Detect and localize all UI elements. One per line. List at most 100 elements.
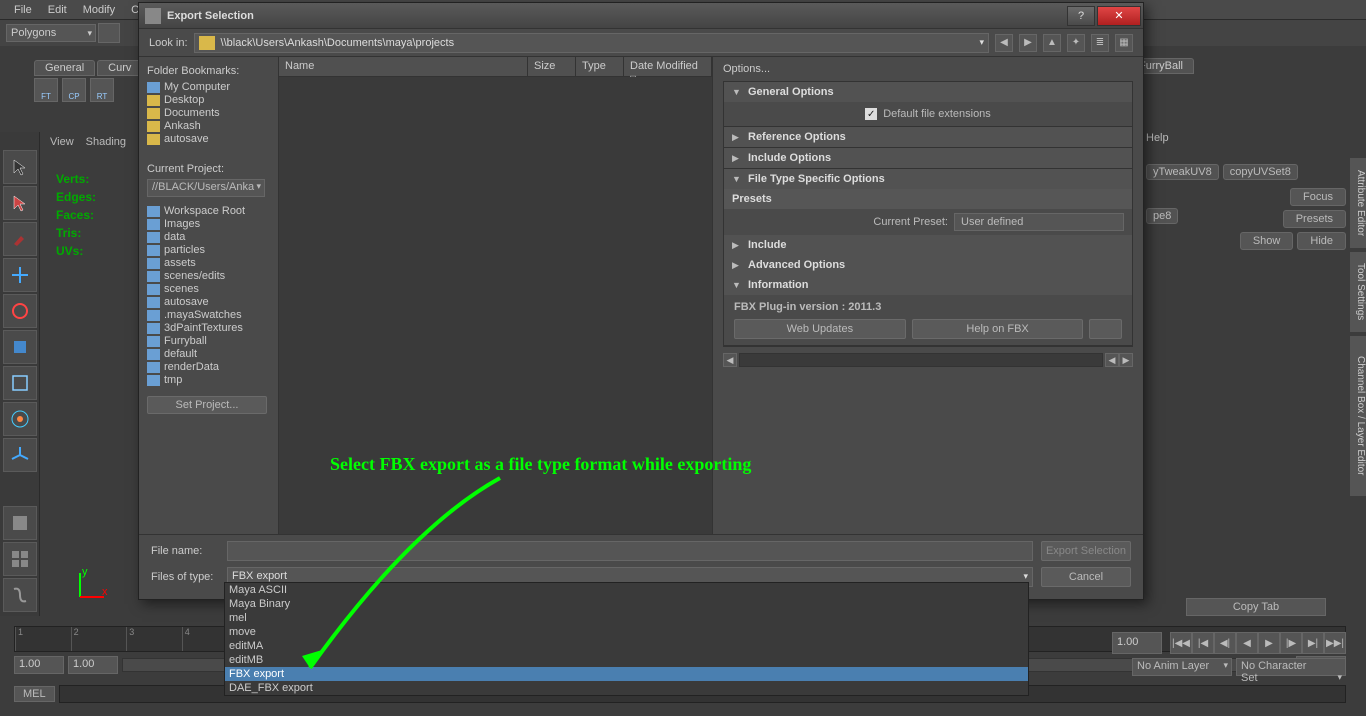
move-tool[interactable] [3, 258, 37, 292]
advanced-section-header[interactable]: ▶Advanced Options [724, 255, 1132, 275]
project-item[interactable]: renderData [147, 361, 270, 373]
bookmark-item[interactable]: Documents [147, 107, 270, 119]
play-back-button[interactable]: ◀ [1236, 632, 1258, 654]
current-frame-field[interactable]: 1.00 [1112, 632, 1162, 654]
mel-label[interactable]: MEL [14, 686, 55, 702]
col-type[interactable]: Type [576, 57, 624, 76]
export-selection-button[interactable]: Export Selection [1041, 541, 1131, 561]
options-hscrollbar[interactable]: ◀ ◀ ▶ [723, 353, 1133, 367]
scroll-right-icon[interactable]: ▶ [1119, 353, 1133, 367]
default-ext-checkbox-row[interactable]: ✓ Default file extensions [734, 108, 1122, 120]
select-tool[interactable] [3, 150, 37, 184]
file-type-option[interactable]: move [225, 625, 1028, 639]
mode-dropdown[interactable]: Polygons [6, 24, 96, 42]
nav-thumb-view-button[interactable]: ▦ [1115, 34, 1133, 52]
col-size[interactable]: Size [528, 57, 576, 76]
soft-tool[interactable] [3, 402, 37, 436]
status-icon[interactable] [98, 23, 120, 43]
play-fwd-button[interactable]: ▶ [1258, 632, 1280, 654]
current-project-dropdown[interactable]: //BLACK/Users/Anka [147, 179, 265, 197]
bookmark-item[interactable]: Ankash [147, 120, 270, 132]
vp-view[interactable]: View [44, 135, 80, 149]
shelf-ico-cp[interactable]: CP [62, 78, 86, 102]
file-type-option[interactable]: DAE_FBX export [225, 681, 1028, 695]
character-set-dropdown[interactable]: No Character Set [1236, 658, 1346, 676]
range-start-field[interactable]: 1.00 [14, 656, 64, 674]
project-item[interactable]: data [147, 231, 270, 243]
project-item[interactable]: Furryball [147, 335, 270, 347]
set-project-button[interactable]: Set Project... [147, 396, 267, 414]
lasso-tool[interactable] [3, 186, 37, 220]
paint-tool[interactable] [3, 222, 37, 256]
file-type-option[interactable]: Maya Binary [225, 597, 1028, 611]
step-fwd-key-button[interactable]: ▶| [1302, 632, 1324, 654]
project-item[interactable]: autosave [147, 296, 270, 308]
right-tab-tool-settings[interactable]: Tool Settings [1350, 252, 1366, 332]
nav-fwd-button[interactable]: ▶ [1019, 34, 1037, 52]
include-section-header[interactable]: ▶Include [724, 235, 1132, 255]
web-updates-button[interactable]: Web Updates [734, 319, 906, 339]
include-options-header[interactable]: ▶Include Options [724, 148, 1132, 168]
reference-options-header[interactable]: ▶Reference Options [724, 127, 1132, 147]
menu-modify[interactable]: Modify [75, 2, 123, 18]
bookmark-item[interactable]: My Computer [147, 81, 270, 93]
project-item[interactable]: assets [147, 257, 270, 269]
go-end-button[interactable]: ▶▶| [1324, 632, 1346, 654]
file-type-option[interactable]: mel [225, 611, 1028, 625]
filetype-options-header[interactable]: ▼File Type Specific Options [724, 169, 1132, 189]
file-name-input[interactable] [227, 541, 1033, 561]
nav-up-button[interactable]: ▲ [1043, 34, 1061, 52]
information-section-header[interactable]: ▼Information [724, 275, 1132, 295]
shelf-ico-ft[interactable]: FT [34, 78, 58, 102]
single-view[interactable] [3, 506, 37, 540]
script-tool[interactable] [3, 578, 37, 612]
col-date[interactable]: Date Modified ▽ [624, 57, 712, 76]
attr-tab-2[interactable]: copyUVSet8 [1223, 164, 1298, 180]
nav-list-view-button[interactable]: ≣ [1091, 34, 1109, 52]
hide-button[interactable]: Hide [1297, 232, 1346, 250]
step-back-button[interactable]: ◀| [1214, 632, 1236, 654]
col-name[interactable]: Name [279, 57, 528, 76]
project-item[interactable]: scenes [147, 283, 270, 295]
project-item[interactable]: scenes/edits [147, 270, 270, 282]
scale-tool[interactable] [3, 330, 37, 364]
scroll-right-icon[interactable]: ◀ [1105, 353, 1119, 367]
attr-tab-1[interactable]: yTweakUV8 [1146, 164, 1219, 180]
axis-tool[interactable] [3, 438, 37, 472]
rotate-tool[interactable] [3, 294, 37, 328]
focus-button[interactable]: Focus [1290, 188, 1346, 206]
anim-layer-dropdown[interactable]: No Anim Layer [1132, 658, 1232, 676]
project-item[interactable]: Workspace Root [147, 205, 270, 217]
project-item[interactable]: default [147, 348, 270, 360]
help-on-fbx-button[interactable]: Help on FBX [912, 319, 1084, 339]
file-type-option[interactable]: FBX export [225, 667, 1028, 681]
step-fwd-button[interactable]: |▶ [1280, 632, 1302, 654]
show-button[interactable]: Show [1240, 232, 1294, 250]
step-back-key-button[interactable]: |◀ [1192, 632, 1214, 654]
presets-button[interactable]: Presets [1283, 210, 1346, 228]
go-start-button[interactable]: |◀◀ [1170, 632, 1192, 654]
project-item[interactable]: 3dPaintTextures [147, 322, 270, 334]
more-button[interactable] [1089, 319, 1122, 339]
menu-file[interactable]: File [6, 2, 40, 18]
file-type-option[interactable]: editMA [225, 639, 1028, 653]
project-item[interactable]: Images [147, 218, 270, 230]
copy-tab-button[interactable]: Copy Tab [1186, 598, 1326, 616]
general-options-header[interactable]: ▼General Options [724, 82, 1132, 102]
bookmark-item[interactable]: autosave [147, 133, 270, 145]
file-type-option[interactable]: Maya ASCII [225, 583, 1028, 597]
bookmark-item[interactable]: Desktop [147, 94, 270, 106]
menu-edit[interactable]: Edit [40, 2, 75, 18]
path-field[interactable]: \\black\Users\Ankash\Documents\maya\proj… [194, 33, 989, 53]
nav-new-folder-button[interactable]: ✦ [1067, 34, 1085, 52]
shelf-tab-general[interactable]: General [34, 60, 95, 76]
scroll-left-icon[interactable]: ◀ [723, 353, 737, 367]
cancel-button[interactable]: Cancel [1041, 567, 1131, 587]
four-view[interactable] [3, 542, 37, 576]
project-item[interactable]: tmp [147, 374, 270, 386]
help-button[interactable]: ? [1067, 6, 1095, 26]
project-item[interactable]: particles [147, 244, 270, 256]
close-button[interactable]: ✕ [1097, 6, 1141, 26]
range-start2-field[interactable]: 1.00 [68, 656, 118, 674]
right-tab-channel-box[interactable]: Channel Box / Layer Editor [1350, 336, 1366, 496]
